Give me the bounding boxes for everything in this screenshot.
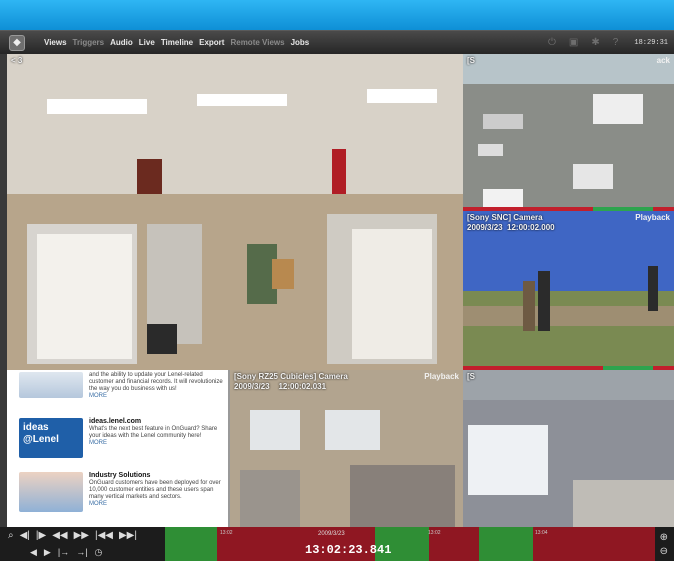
settings-icon[interactable]: ✱ (591, 37, 599, 48)
timeline-track[interactable]: 13:02 13:02 13:04 (165, 527, 655, 561)
next-icon[interactable]: ▶ (44, 547, 51, 558)
web-browser-panel[interactable]: and the ability to update your Lenel-rel… (7, 370, 230, 527)
range-end-icon[interactable]: →| (76, 547, 87, 558)
skip-end-icon[interactable]: ▶▶| (119, 530, 137, 541)
video-tile-sony[interactable]: [Sony SNC] Camera 2009/3/23 12:00:02.000… (463, 211, 674, 370)
video-tile-cubicles[interactable]: [Sony RZ25 Cubicles] Camera 2009/3/23 12… (230, 370, 463, 527)
menu-item-triggers[interactable]: Triggers (73, 38, 105, 47)
playback-label: Playback (424, 372, 459, 381)
timeline-tick: 13:02 (220, 530, 233, 536)
tile-label: [Sony RZ25 Cubicles] Camera 2009/3/23 12… (234, 372, 348, 391)
fast-forward-icon[interactable]: ▶▶ (74, 530, 89, 541)
clock-icon[interactable]: ◷ (95, 547, 103, 558)
news-item-2[interactable]: ideas @Lenel ideas.lenel.com What's the … (19, 418, 224, 458)
parking-video (463, 54, 674, 211)
cubicles-video (230, 370, 463, 527)
menu-item-remote-views[interactable]: Remote Views (230, 38, 284, 47)
zoom-out-icon[interactable]: ⊖ (660, 546, 668, 557)
skip-start-icon[interactable]: |◀◀ (95, 530, 113, 541)
clock: 18:29:31 (634, 39, 668, 47)
office-video (7, 54, 463, 370)
timeline-tick: 13:04 (535, 530, 548, 536)
ideas-logo-icon: ideas @Lenel (19, 418, 83, 458)
news-thumb-icon (19, 372, 83, 398)
sony-video (463, 211, 674, 370)
title-bar (0, 0, 674, 30)
tile-label: [S (467, 56, 475, 65)
magnify-icon[interactable]: ⌕ (8, 530, 14, 541)
timeline-time: 13:02:23.841 (305, 543, 392, 557)
lot-video (463, 370, 674, 527)
rewind-icon[interactable]: ◀◀ (52, 530, 67, 541)
timeline-date: 2009/3/23 (318, 531, 345, 537)
playback-controls: ⌕ ◀| |▶ ◀◀ ▶▶ |◀◀ ▶▶| (8, 530, 137, 541)
menu-bar: ◆ Views Triggers Audio Live Timeline Export Re… (0, 30, 674, 54)
step-forward-icon[interactable]: |▶ (36, 530, 46, 541)
timeline-bar: ⌕ ◀| |▶ ◀◀ ▶▶ |◀◀ ▶▶| ◀ ▶ |→ →| ◷ 13:02 13:02 13:0… (0, 527, 674, 561)
news-text: Industry Solutions OnGuard customers hav… (89, 472, 221, 507)
step-back-icon[interactable]: ◀| (20, 530, 30, 541)
navigation-controls: ◀ ▶ |→ →| ◷ (30, 547, 102, 558)
help-icon[interactable]: ? (613, 37, 619, 48)
app-logo-icon[interactable]: ◆ (9, 35, 25, 51)
playback-label: ack (656, 56, 670, 65)
menu-item-export[interactable]: Export (199, 38, 224, 47)
menu-item-timeline[interactable]: Timeline (161, 38, 193, 47)
tile-label: [Sony SNC] Camera 2009/3/23 12:00:02.000 (467, 213, 555, 232)
menu-item-jobs[interactable]: Jobs (291, 38, 310, 47)
menu-item-audio[interactable]: Audio (110, 38, 133, 47)
playback-label: Playback (635, 213, 670, 222)
industry-thumb-icon (19, 472, 83, 512)
video-tile-lot[interactable]: [S (463, 370, 674, 527)
menu-item-live[interactable]: Live (139, 38, 155, 47)
menu-items: Views Triggers Audio Live Timeline Export Remo… (44, 38, 309, 47)
timeline-tick: 13:02 (428, 530, 441, 536)
tile-label: < 3 (11, 56, 23, 65)
news-item-3[interactable]: Industry Solutions OnGuard customers hav… (19, 472, 224, 512)
screen: ◆ Views Triggers Audio Live Timeline Export Re… (0, 0, 674, 561)
video-tile-parking[interactable]: [S ack (463, 54, 674, 211)
menu-item-views[interactable]: Views (44, 38, 67, 47)
zoom-in-icon[interactable]: ⊕ (660, 532, 668, 543)
video-tile-office[interactable]: < 3 (7, 54, 463, 370)
power-icon[interactable]: ⏻ (548, 37, 556, 48)
prev-icon[interactable]: ◀ (30, 547, 37, 558)
news-text: ideas.lenel.com What's the next best fea… (89, 418, 218, 446)
toolbar-icons: ⏻ ▣ ✱ ? (548, 37, 618, 48)
news-item-1[interactable]: and the ability to update your Lenel-rel… (19, 372, 224, 400)
layout-icon[interactable]: ▣ (569, 37, 578, 48)
timeline-segment (479, 527, 533, 561)
tile-label: [S (467, 372, 475, 381)
news-text: and the ability to update your Lenel-rel… (89, 372, 223, 399)
range-start-icon[interactable]: |→ (58, 547, 69, 558)
timeline-segment (165, 527, 217, 561)
